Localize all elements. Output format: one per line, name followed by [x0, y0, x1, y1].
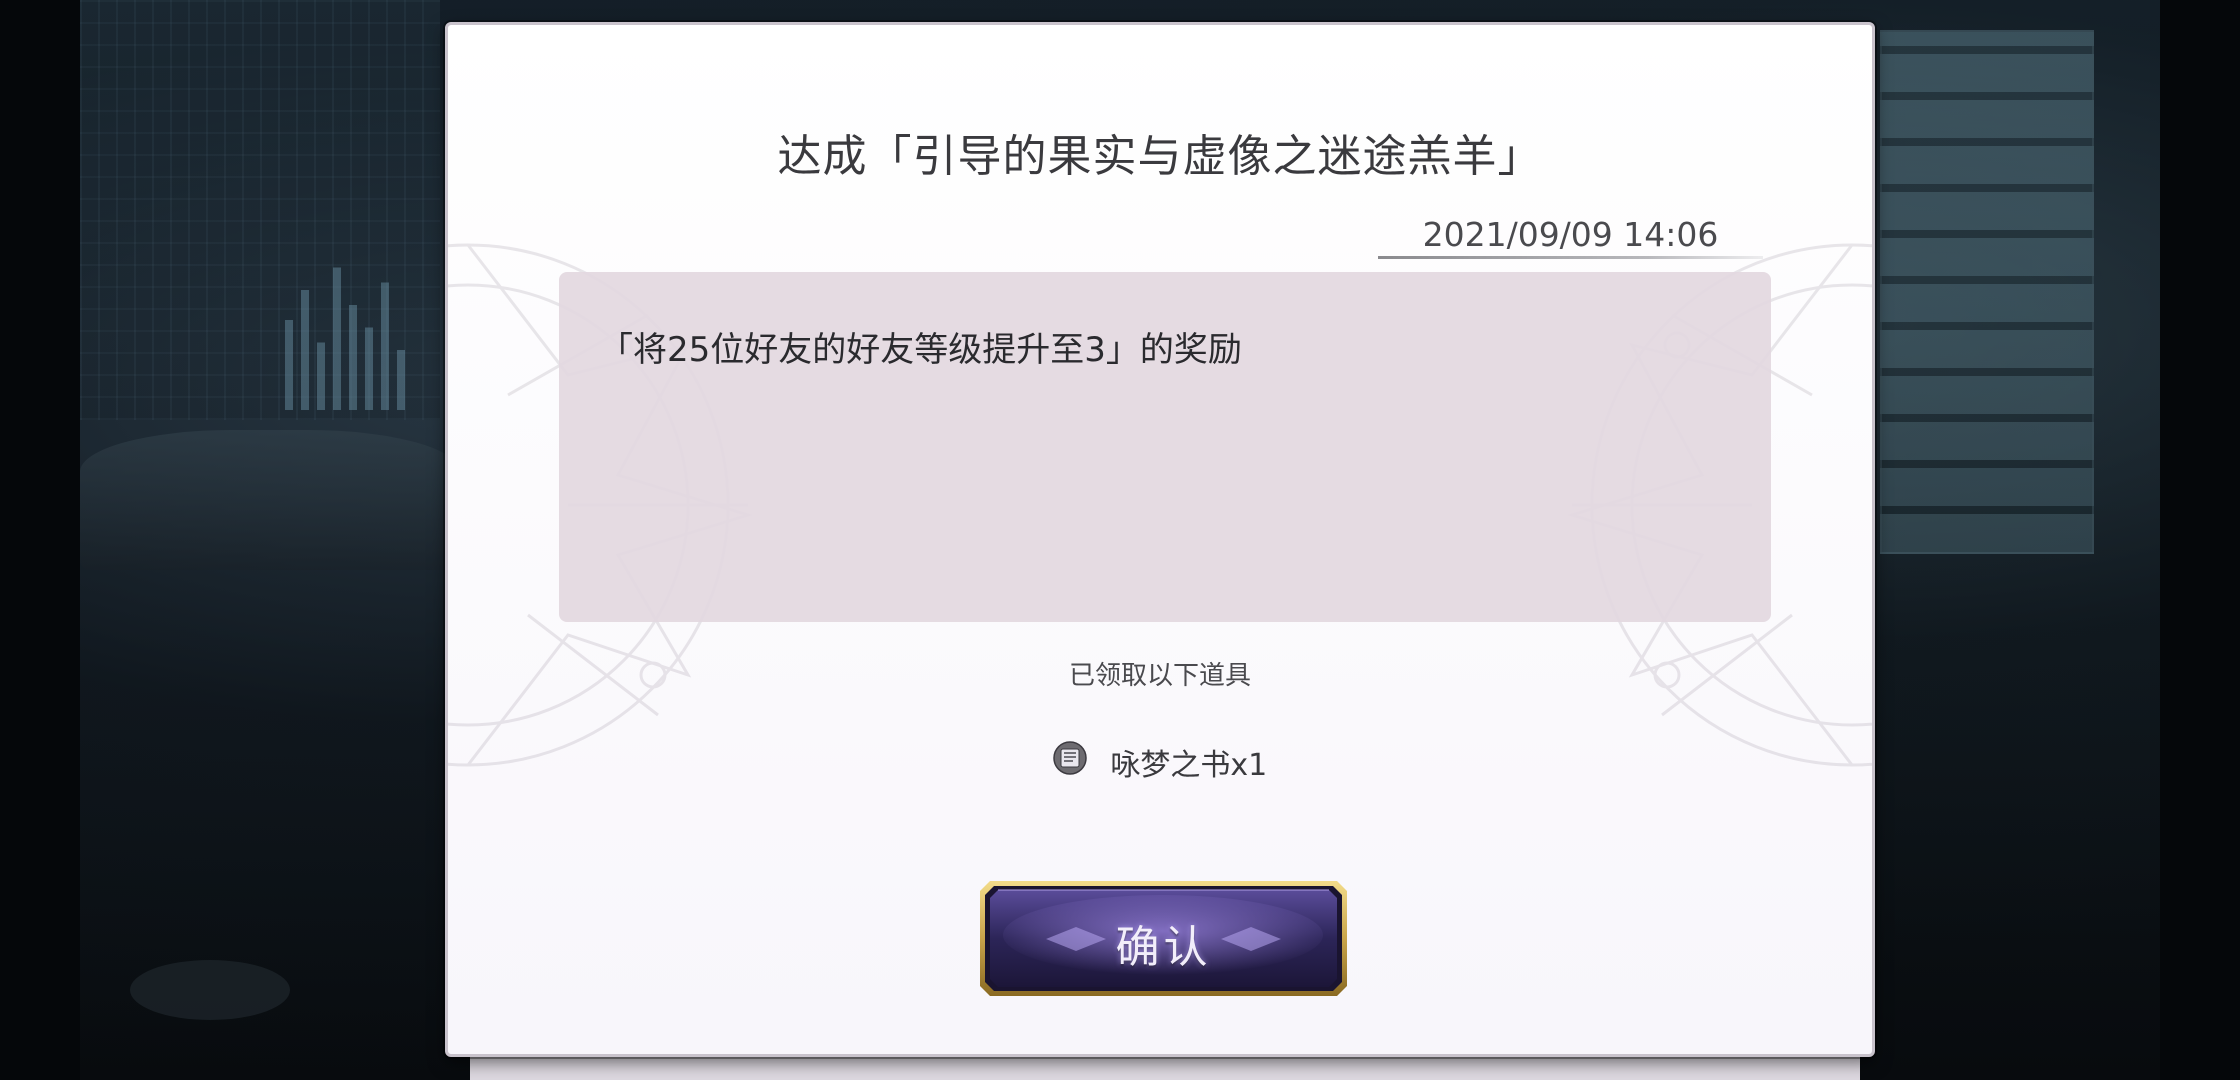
- mail-dialog: 达成「引导的果实与虚像之迷途羔羊」 2021/09/09 14:06 「将25位…: [445, 22, 1875, 1057]
- background-stool: [130, 960, 290, 1020]
- dialog-title: 达成「引导的果实与虚像之迷途羔羊」: [777, 131, 1543, 182]
- confirm-button-label: 确认: [1115, 922, 1212, 973]
- reward-item-label: 咏梦之书x1: [1110, 748, 1268, 783]
- mail-date: 2021/09/09 14:06: [1422, 215, 1719, 254]
- book-icon: [1053, 741, 1087, 775]
- message-box: 「将25位好友的好友等级提升至3」的奖励: [559, 272, 1771, 622]
- confirm-button[interactable]: 确认: [976, 877, 1351, 1000]
- background-monitor-right: [1880, 30, 2094, 554]
- date-underline: [1378, 256, 1763, 259]
- date-section: 2021/09/09 14:06: [1378, 193, 1763, 259]
- received-items-label: 已领取以下道具: [1068, 661, 1251, 691]
- background-bar-graph: [285, 260, 435, 410]
- reward-item: 咏梦之书x1: [448, 740, 1872, 784]
- background-desk: [80, 430, 460, 570]
- game-screen: 达成「引导的果实与虚像之迷途羔羊」 2021/09/09 14:06 「将25位…: [0, 0, 2240, 1080]
- message-text: 「将25位好友的好友等级提升至3」的奖励: [599, 330, 1242, 370]
